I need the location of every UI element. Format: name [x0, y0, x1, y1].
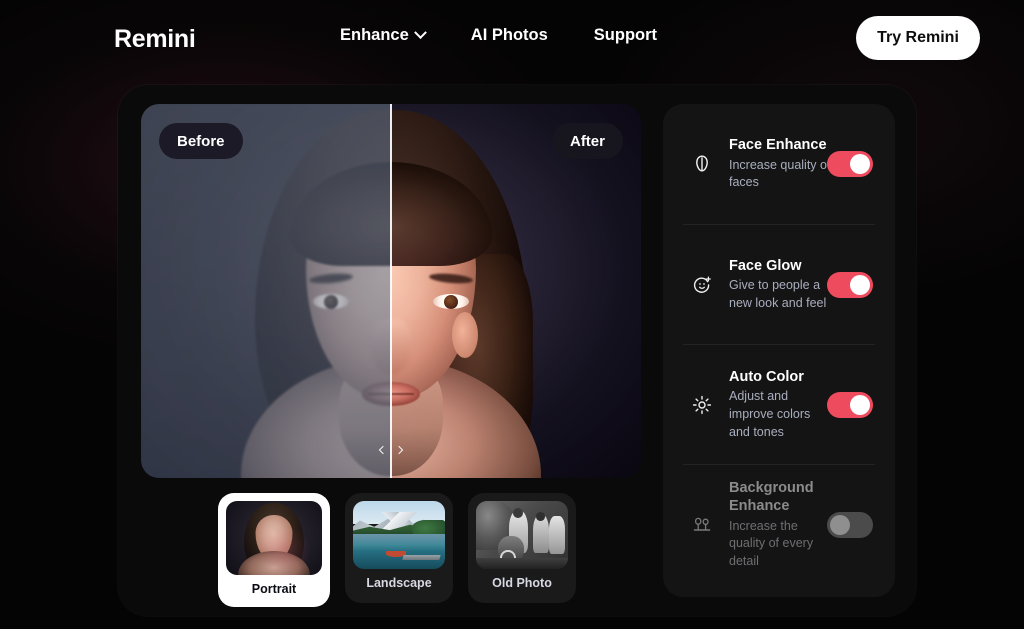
chevron-down-icon: [413, 26, 427, 40]
setting-title: Face Glow: [729, 257, 802, 274]
setting-description: Increase quality of faces: [729, 157, 831, 190]
setting-row-face-enhance[interactable]: Face Enhance Increase quality of faces: [683, 104, 875, 224]
comparison-image-stage: [141, 104, 641, 478]
setting-description: Adjust and improve colors and tones: [729, 389, 811, 439]
nav-item-support-label: Support: [593, 26, 658, 44]
nav-item-ai-photos-label: AI Photos: [470, 26, 548, 44]
before-after-comparison[interactable]: Before After: [141, 104, 641, 478]
setting-title: Background Enhance: [729, 479, 814, 514]
before-badge: Before: [159, 123, 243, 159]
thumbnail-landscape-label: Landscape: [366, 576, 432, 590]
toggle-face-glow[interactable]: [827, 271, 873, 298]
trees-landscape-icon: [691, 514, 713, 536]
nav-links: Enhance AI Photos Support: [340, 26, 657, 45]
thumbnail-portrait-label: Portrait: [251, 582, 297, 596]
nav-item-ai-photos[interactable]: AI Photos: [471, 26, 548, 45]
thumbnail-old-photo[interactable]: Old Photo: [468, 493, 576, 603]
try-remini-button[interactable]: Try Remini: [856, 16, 980, 60]
setting-row-face-glow[interactable]: Face Glow Give to people a new look and …: [683, 224, 875, 344]
brightness-sun-icon: [691, 394, 713, 416]
setting-title: Auto Color: [729, 368, 804, 385]
toggle-auto-color[interactable]: [827, 391, 873, 418]
face-sparkle-icon: [691, 274, 713, 296]
face-oval-icon: [691, 153, 713, 175]
setting-description: Increase the quality of every detail: [729, 518, 814, 568]
thumbnail-old-photo-label: Old Photo: [492, 576, 552, 590]
setting-row-background-enhance[interactable]: Background Enhance Increase the quality …: [683, 464, 875, 584]
enhancement-settings-panel: Face Enhance Increase quality of faces F…: [663, 104, 895, 597]
nav-item-support[interactable]: Support: [594, 26, 657, 45]
remini-landing-page: Remini Enhance AI Photos Support Try Rem…: [0, 0, 1024, 629]
sample-image-selector: Portrait Landscape Old Photo: [218, 493, 576, 607]
toggle-background-enhance[interactable]: [827, 511, 873, 538]
setting-text-face-glow: Face Glow Give to people a new look and …: [729, 256, 833, 312]
comparison-slider-handle[interactable]: [378, 445, 404, 455]
nav-item-enhance-label: Enhance: [340, 26, 409, 44]
top-navigation-bar: Remini Enhance AI Photos Support Try Rem…: [0, 0, 1024, 78]
nav-item-enhance[interactable]: Enhance: [340, 26, 427, 45]
setting-title: Face Enhance: [729, 136, 827, 153]
thumbnail-portrait-image: [226, 501, 322, 575]
thumbnail-landscape-image: [353, 501, 445, 569]
chevron-right-icon: [394, 445, 404, 455]
thumbnail-landscape[interactable]: Landscape: [345, 493, 453, 603]
setting-text-face-enhance: Face Enhance Increase quality of faces: [729, 136, 833, 192]
setting-text-background-enhance: Background Enhance Increase the quality …: [729, 478, 833, 570]
setting-row-auto-color[interactable]: Auto Color Adjust and improve colors and…: [683, 344, 875, 464]
brand-logo[interactable]: Remini: [114, 25, 196, 54]
comparison-slider-divider[interactable]: [390, 104, 392, 478]
thumbnail-portrait[interactable]: Portrait: [218, 493, 330, 607]
demo-card: Before After Portrait Landscape Old Phot…: [118, 85, 916, 616]
thumbnail-old-photo-image: [476, 501, 568, 569]
setting-description: Give to people a new look and feel: [729, 278, 827, 310]
toggle-face-enhance[interactable]: [827, 151, 873, 177]
after-badge: After: [551, 123, 623, 159]
setting-text-auto-color: Auto Color Adjust and improve colors and…: [729, 368, 833, 442]
chevron-left-icon: [378, 445, 388, 455]
